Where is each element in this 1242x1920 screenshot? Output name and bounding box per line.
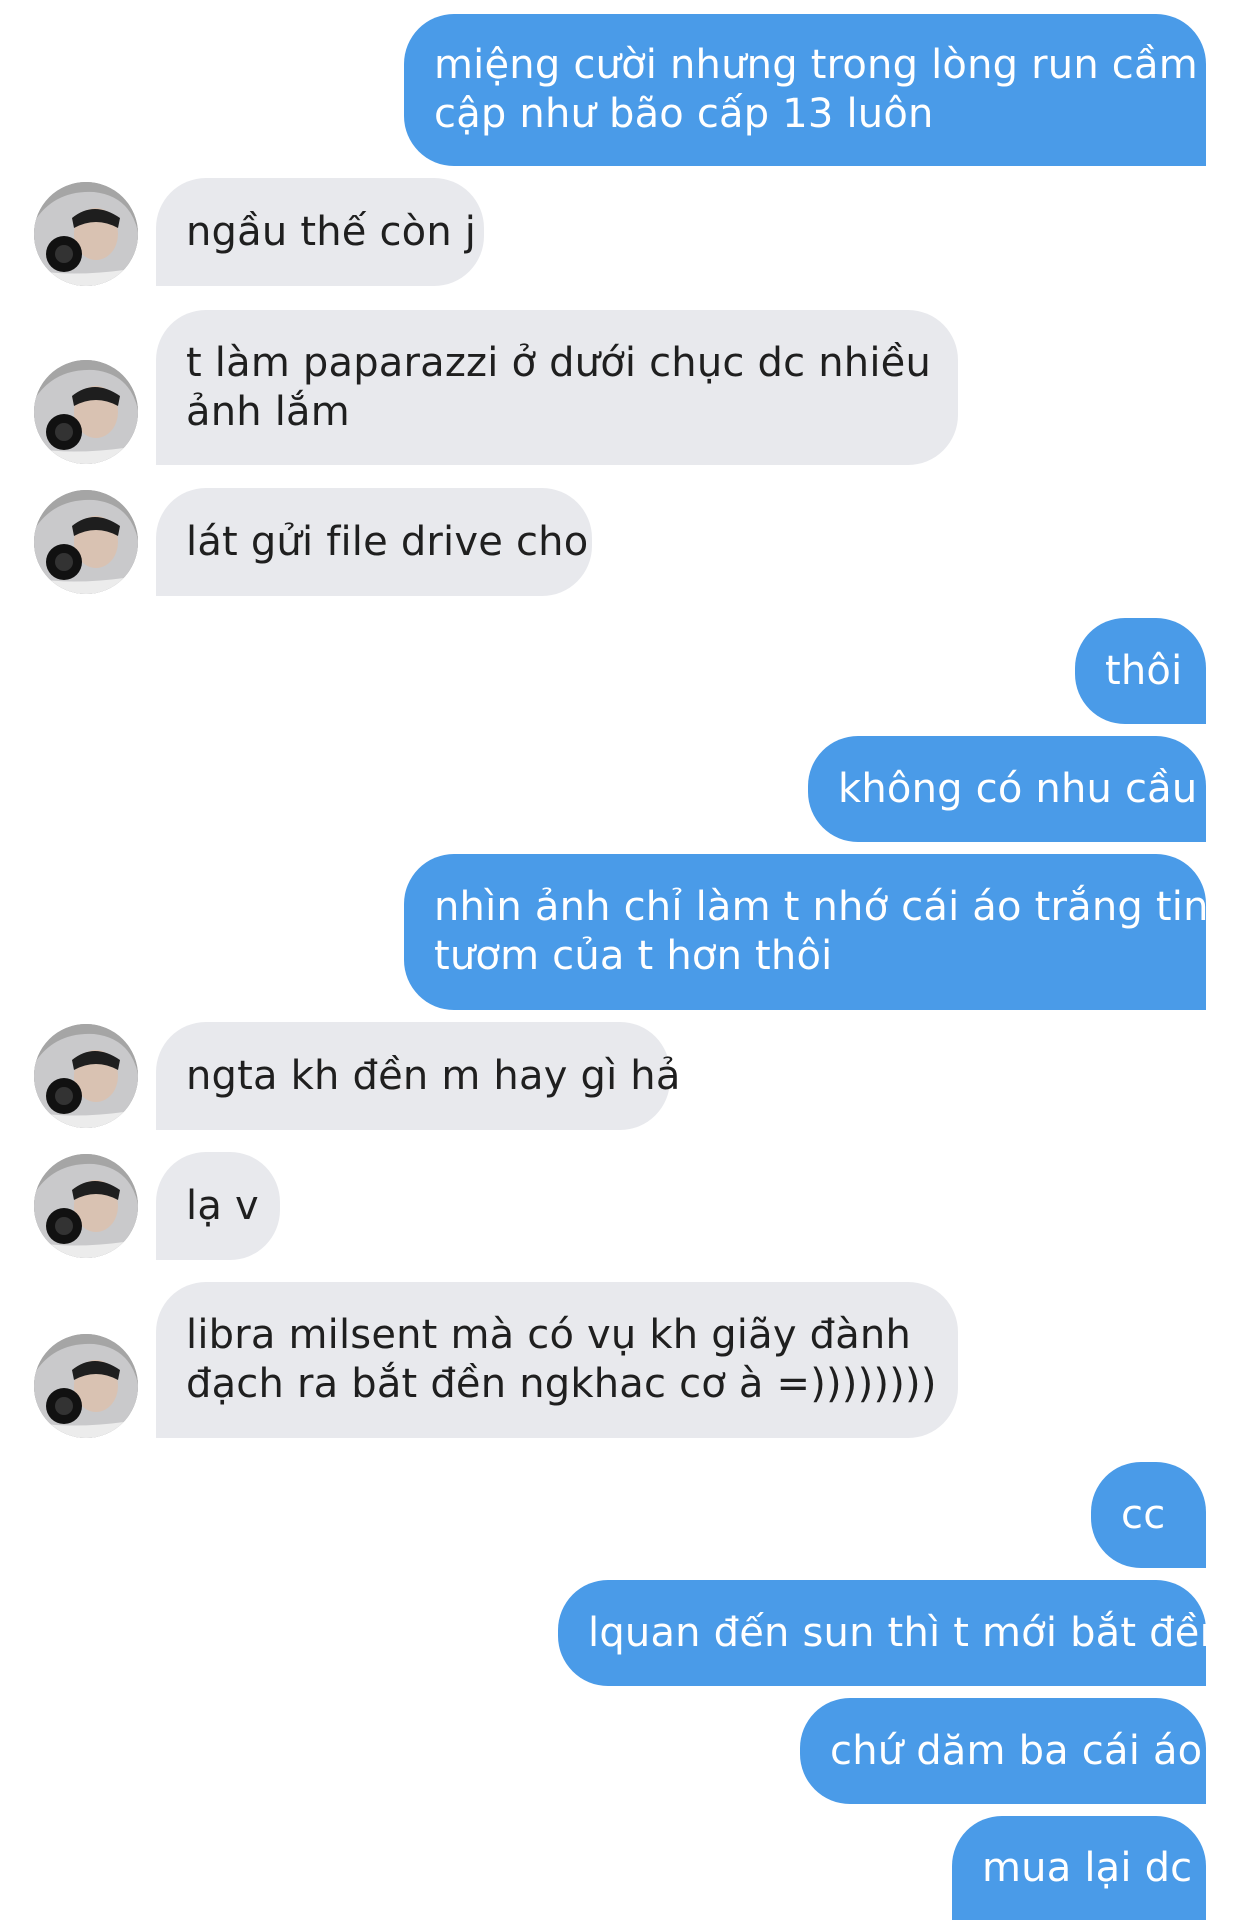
received-message-bubble[interactable]: ngầu thế còn j [156, 178, 484, 286]
message-text-line: miệng cười nhưng trong lòng run cầm [434, 42, 1198, 88]
message-text-line: lquan đến sun thì t mới bắt đền [588, 1609, 1226, 1656]
contact-avatar-icon [34, 1154, 138, 1258]
sent-message-bubble[interactable]: nhìn ảnh chỉ làm t nhớ cái áo trắng tinh… [404, 854, 1235, 1010]
message-text-line: tươm của t hơn thôi [434, 933, 833, 979]
contact-avatar[interactable] [34, 1024, 138, 1128]
received-message-bubble[interactable]: lạ v [156, 1152, 280, 1260]
message-text-line: chứ dăm ba cái áo [830, 1727, 1203, 1774]
message-text-line: ảnh lắm [186, 388, 350, 435]
sent-message-bubble[interactable]: thôi [1075, 618, 1206, 724]
contact-avatar-icon [34, 1024, 138, 1128]
contact-avatar[interactable] [34, 182, 138, 286]
received-message-bubble[interactable]: t làm paparazzi ở dưới chục dc nhiều ảnh… [156, 310, 958, 465]
sent-message-bubble[interactable]: chứ dăm ba cái áo [800, 1698, 1206, 1804]
sent-message-bubble[interactable]: miệng cười nhưng trong lòng run cầm cập … [404, 14, 1206, 166]
message-text-line: lát gửi file drive cho [186, 518, 589, 565]
sent-message-bubble[interactable]: cc [1091, 1462, 1206, 1568]
contact-avatar[interactable] [34, 490, 138, 594]
contact-avatar[interactable] [34, 1154, 138, 1258]
sent-message-bubble[interactable]: mua lại dc [952, 1816, 1206, 1920]
contact-avatar-icon [34, 182, 138, 286]
message-text-line: cc [1121, 1491, 1166, 1538]
message-text-line: libra milsent mà có vụ kh giãy đành [186, 1312, 912, 1358]
sent-message-bubble[interactable]: không có nhu cầu [808, 736, 1206, 842]
contact-avatar-icon [34, 360, 138, 464]
message-text-line: đạch ra bắt đền ngkhac cơ à =)))))))) [186, 1361, 937, 1407]
contact-avatar-icon [34, 490, 138, 594]
message-text-line: không có nhu cầu [838, 765, 1198, 812]
received-message-bubble[interactable]: lát gửi file drive cho [156, 488, 592, 596]
message-text-line: t làm paparazzi ở dưới chục dc nhiều [186, 339, 931, 386]
contact-avatar-icon [34, 1334, 138, 1438]
message-text-line: ngta kh đền m hay gì hả [186, 1052, 681, 1099]
message-text-line: ngầu thế còn j [186, 208, 477, 255]
sent-message-bubble[interactable]: lquan đến sun thì t mới bắt đền [558, 1580, 1226, 1686]
message-text-line: lạ v [186, 1182, 259, 1229]
contact-avatar[interactable] [34, 1334, 138, 1438]
message-text-line: thôi [1105, 647, 1183, 694]
contact-avatar[interactable] [34, 360, 138, 464]
received-message-bubble[interactable]: ngta kh đền m hay gì hả [156, 1022, 681, 1130]
message-text-line: mua lại dc [982, 1844, 1193, 1891]
message-text-line: cập như bão cấp 13 luôn [434, 91, 934, 137]
received-message-bubble[interactable]: libra milsent mà có vụ kh giãy đành đạch… [156, 1282, 958, 1438]
message-text-line: nhìn ảnh chỉ làm t nhớ cái áo trắng tinh [434, 884, 1235, 930]
